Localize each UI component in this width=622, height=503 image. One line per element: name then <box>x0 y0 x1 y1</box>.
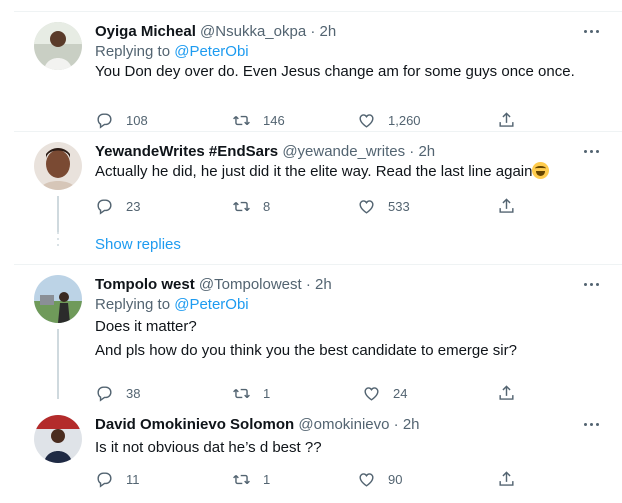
author-handle[interactable]: @omokinievo <box>298 416 389 433</box>
reply-count: 108 <box>126 112 148 128</box>
tweet[interactable]: YewandeWrites #EndSars @yewande_writes ·… <box>14 132 622 264</box>
timestamp[interactable]: · 2h <box>394 416 420 433</box>
thread-dots <box>57 232 59 250</box>
author-handle[interactable]: @Nsukka_okpa <box>200 23 306 40</box>
retweet-icon <box>233 474 250 484</box>
share-icon <box>499 197 514 213</box>
retweet-button[interactable]: 1 <box>232 469 270 489</box>
retweet-button[interactable]: 146 <box>232 110 285 130</box>
action-bar: 23 8 533 <box>95 196 515 216</box>
author-name[interactable]: Oyiga Micheal <box>95 23 196 40</box>
like-count: 533 <box>388 198 410 214</box>
replying-to-handle[interactable]: @PeterObi <box>174 43 248 60</box>
more-icon[interactable] <box>582 26 602 38</box>
reply-icon <box>97 112 112 129</box>
author-name[interactable]: YewandeWrites #EndSars <box>95 143 278 160</box>
more-icon[interactable] <box>582 419 602 431</box>
retweet-icon <box>233 115 250 125</box>
tweet-text-line: And pls how do you think you the best ca… <box>95 342 517 359</box>
tweet[interactable]: Tompolo west @Tompolowest · 2h Replying … <box>14 265 622 402</box>
author-name[interactable]: David Omokinievo Solomon <box>95 416 294 433</box>
like-count: 90 <box>388 471 403 487</box>
avatar[interactable] <box>34 275 82 323</box>
avatar[interactable] <box>34 142 82 190</box>
reply-icon <box>97 198 112 215</box>
tweet[interactable]: Oyiga Micheal @Nsukka_okpa · 2h Replying… <box>14 12 622 131</box>
tweet-header: Oyiga Micheal @Nsukka_okpa · 2h <box>95 22 602 42</box>
author-handle[interactable]: @yewande_writes <box>282 143 405 160</box>
retweet-count: 8 <box>263 198 271 214</box>
avatar[interactable] <box>34 415 82 463</box>
replying-to: Replying to @PeterObi <box>95 42 602 62</box>
retweet-button[interactable]: 8 <box>232 196 270 216</box>
tweet-text: You Don dey over do. Even Jesus change a… <box>95 63 575 80</box>
more-icon[interactable] <box>582 279 602 291</box>
timestamp[interactable]: · 2h <box>306 276 332 293</box>
retweet-count: 1 <box>263 471 271 487</box>
like-count: 1,260 <box>388 112 421 128</box>
retweet-count: 146 <box>263 112 285 128</box>
share-button[interactable] <box>497 110 516 130</box>
more-icon[interactable] <box>582 146 602 158</box>
tweet-header: David Omokinievo Solomon @omokinievo · 2… <box>95 415 602 435</box>
like-icon <box>359 472 374 487</box>
like-button[interactable]: 1,260 <box>357 110 421 130</box>
tweet-text-body: Actually he did, he just did it the elit… <box>95 163 533 180</box>
action-bar: 11 1 90 <box>95 469 515 489</box>
tweet[interactable]: David Omokinievo Solomon @omokinievo · 2… <box>14 399 622 503</box>
tweet-header: Tompolo west @Tompolowest · 2h <box>95 275 602 295</box>
like-button[interactable]: 90 <box>357 469 402 489</box>
tweet-text: Is it not obvious dat he’s d best ?? <box>95 439 322 456</box>
tweet-text-line: Does it matter? <box>95 318 197 335</box>
action-bar: 108 146 1,260 <box>95 110 515 130</box>
face-with-tears-of-joy-icon <box>532 162 550 179</box>
author-name[interactable]: Tompolo west <box>95 276 195 293</box>
like-icon <box>359 199 374 214</box>
thread-line <box>57 329 59 399</box>
share-icon <box>499 111 514 127</box>
timestamp[interactable]: · 2h <box>409 143 435 160</box>
replying-to-handle[interactable]: @PeterObi <box>174 296 248 313</box>
reply-button[interactable]: 11 <box>95 469 140 489</box>
reply-icon <box>97 471 112 488</box>
avatar[interactable] <box>34 22 82 70</box>
tweet-header: YewandeWrites #EndSars @yewande_writes ·… <box>95 142 602 162</box>
replying-to: Replying to @PeterObi <box>95 295 602 315</box>
timestamp[interactable]: · 2h <box>310 23 336 40</box>
reply-count: 23 <box>126 198 141 214</box>
replying-to-label: Replying to <box>95 296 171 313</box>
replying-to-label: Replying to <box>95 43 171 60</box>
share-button[interactable] <box>497 196 516 216</box>
share-icon <box>499 470 514 486</box>
share-button[interactable] <box>497 469 516 489</box>
like-button[interactable]: 533 <box>357 196 410 216</box>
thread-line <box>57 196 59 232</box>
author-handle[interactable]: @Tompolowest <box>199 276 302 293</box>
retweet-icon <box>233 201 250 211</box>
show-replies-link[interactable]: Show replies <box>95 236 181 253</box>
reply-count: 11 <box>126 471 140 487</box>
tweet-text: Actually he did, he just did it the elit… <box>95 162 602 182</box>
top-divider <box>14 0 622 12</box>
reply-button[interactable]: 108 <box>95 110 148 130</box>
reply-button[interactable]: 23 <box>95 196 140 216</box>
like-icon <box>359 113 374 128</box>
